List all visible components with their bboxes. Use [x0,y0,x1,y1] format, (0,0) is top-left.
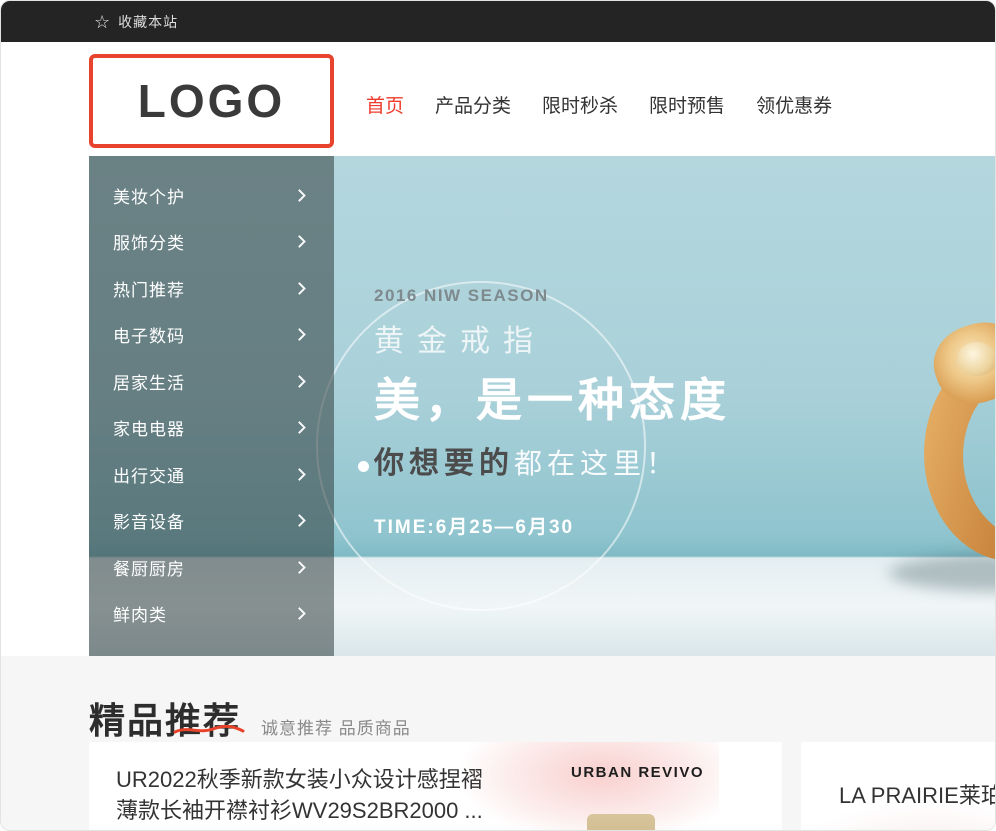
product-image [587,814,655,831]
sidebar-item-fresh-meat[interactable]: 鲜肉类 [89,591,334,638]
chevron-right-icon [293,421,306,434]
sidebar-item-home-life[interactable]: 居家生活 [89,358,334,405]
category-sidebar: 美妆个护 服饰分类 热门推荐 电子数码 居家生活 家电电器 出行交通 影音设备 [89,156,334,656]
sidebar-item-label: 居家生活 [113,369,185,394]
featured-subtitle: 诚意推荐 品质商品 [261,714,411,744]
favorite-site-link[interactable]: 收藏本站 [118,12,178,32]
chevron-right-icon [293,328,306,341]
product-title-line2: 薄款长袖开襟衬衫WV29S2BR2000 ... [116,798,483,823]
decorative-dot [358,461,369,472]
sidebar-item-label: 服饰分类 [113,229,185,254]
sidebar-item-label: 家电电器 [113,415,185,440]
banner-headline: 美，是一种态度 [374,364,731,430]
sidebar-item-hot[interactable]: 热门推荐 [89,265,334,312]
banner-copy: 2016 NIW SEASON 黄金戒指 美，是一种态度 你想要的都在这里！ T… [374,286,731,539]
topbar: ☆ 收藏本站 [1,1,996,42]
product-card-urban-revivo[interactable]: UR2022秋季新款女装小众设计感捏褶 薄款长袖开襟衬衫WV29S2BR2000… [89,742,782,831]
product-title-line1: UR2022秋季新款女装小众设计感捏褶 [116,767,483,792]
banner-subline-light: 都在这里！ [514,448,679,479]
featured-header: 精品推荐 诚意推荐 品质商品 [89,692,411,744]
chevron-right-icon [293,375,306,388]
chevron-right-icon [293,561,306,574]
product-card-la-prairie[interactable]: LA PRAIRIE莱珀 ¥9.4 [801,742,996,831]
sidebar-item-label: 热门推荐 [113,276,185,301]
sidebar-item-audio-video[interactable]: 影音设备 [89,498,334,545]
main-nav: 首页 产品分类 限时秒杀 限时预售 领优惠券 [366,91,832,118]
nav-item-home[interactable]: 首页 [366,91,404,118]
nav-item-categories[interactable]: 产品分类 [435,91,511,118]
sidebar-item-label: 出行交通 [113,462,185,487]
banner-time: TIME:6月25—6月30 [374,512,731,539]
nav-item-coupons[interactable]: 领优惠券 [756,91,832,118]
ring-shadow [889,554,996,592]
site-logo[interactable]: LOGO [89,54,334,148]
header: LOGO 首页 产品分类 限时秒杀 限时预售 领优惠券 [1,42,996,156]
banner-season: 2016 NIW SEASON [374,286,731,306]
sidebar-item-beauty[interactable]: 美妆个护 [89,172,334,219]
sidebar-item-apparel[interactable]: 服饰分类 [89,219,334,266]
page: ☆ 收藏本站 LOGO 首页 产品分类 限时秒杀 限时预售 领优惠券 2016 … [0,0,996,831]
chevron-right-icon [293,282,306,295]
gold-ring-gem [957,342,996,376]
sidebar-item-label: 电子数码 [113,322,185,347]
chevron-right-icon [293,607,306,620]
nav-item-flash-sale[interactable]: 限时秒杀 [542,91,618,118]
sidebar-item-travel[interactable]: 出行交通 [89,451,334,498]
product-price: ¥9.4 [836,826,879,831]
product-title: LA PRAIRIE莱珀 [839,778,996,810]
sidebar-item-label: 影音设备 [113,508,185,533]
red-squiggle-underline [173,725,245,735]
banner-subline-bold: 你想要的 [374,447,514,480]
sidebar-item-label: 美妆个护 [113,183,185,208]
sidebar-item-appliances[interactable]: 家电电器 [89,405,334,452]
nav-item-presale[interactable]: 限时预售 [649,91,725,118]
featured-title: 精品推荐 [89,692,241,744]
sidebar-item-kitchen[interactable]: 餐厨厨房 [89,544,334,591]
brand-logo-text: URBAN REVIVO [571,764,704,781]
product-title: UR2022秋季新款女装小众设计感捏褶 薄款长袖开襟衬衫WV29S2BR2000… [116,764,516,826]
chevron-right-icon [293,514,306,527]
chevron-right-icon [293,468,306,481]
chevron-right-icon [293,235,306,248]
sidebar-item-electronics[interactable]: 电子数码 [89,312,334,359]
star-outline-icon[interactable]: ☆ [94,13,110,31]
sidebar-item-label: 餐厨厨房 [113,555,185,580]
banner-subline: 你想要的都在这里！ [374,438,731,482]
sidebar-item-label: 鲜肉类 [113,601,167,626]
banner-product-name: 黄金戒指 [374,316,731,360]
featured-section: 精品推荐 诚意推荐 品质商品 UR2022秋季新款女装小众设计感捏褶 薄款长袖开… [1,656,996,831]
chevron-right-icon [293,189,306,202]
logo-text: LOGO [138,74,285,128]
